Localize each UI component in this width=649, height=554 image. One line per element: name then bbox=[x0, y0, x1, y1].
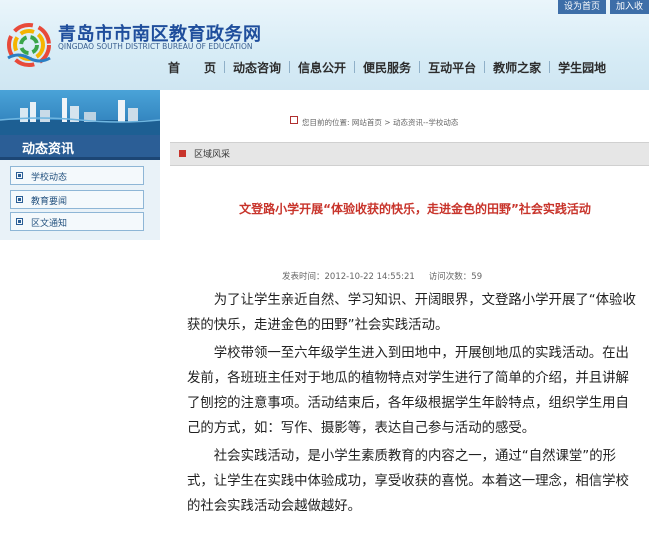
set-homepage-link[interactable]: 设为首页 bbox=[557, 0, 606, 14]
article-paragraph: 学校带领一至六年级学生进入到田地中，开展刨地瓜的实践活动。在出发前，各班班主任对… bbox=[187, 346, 629, 436]
sidebar-item-label: 区文通知 bbox=[31, 219, 68, 229]
sidebar-item-label: 教育要闻 bbox=[31, 197, 68, 207]
square-bullet-icon bbox=[16, 196, 23, 203]
top-links: 设为首页 加入收 bbox=[554, 0, 649, 14]
section-title: 区域风采 bbox=[194, 150, 231, 160]
site-header: 设为首页 加入收 青岛市市南区教育政务网 QINGDAO SOUTH DISTR… bbox=[0, 0, 649, 90]
nav-interaction[interactable]: 互动平台 bbox=[420, 59, 484, 76]
nav-teachers[interactable]: 教师之家 bbox=[485, 59, 549, 76]
location-icon bbox=[290, 116, 298, 124]
city-skyline-icon bbox=[0, 98, 160, 135]
sidebar-item-school-news[interactable]: 学校动态 bbox=[10, 166, 144, 185]
city-banner-image bbox=[0, 90, 160, 135]
sidebar-item-label: 学校动态 bbox=[31, 173, 68, 183]
section-bullet-icon bbox=[179, 150, 186, 157]
site-subtitle: QINGDAO SOUTH DISTRICT BUREAU OF EDUCATI… bbox=[58, 42, 253, 51]
add-favorite-link[interactable]: 加入收 bbox=[609, 0, 649, 14]
sidebar-header: 动态资讯 bbox=[0, 135, 160, 160]
square-bullet-icon bbox=[16, 172, 23, 179]
article-title: 文登路小学开展“体验收获的快乐，走进金色的田野”社会实践活动 bbox=[239, 202, 591, 216]
sidebar-title: 动态资讯 bbox=[22, 142, 75, 157]
publish-time: 发表时间：2012-10-22 14:55:21 bbox=[282, 272, 415, 282]
sidebar-item-education-news[interactable]: 教育要闻 bbox=[10, 190, 144, 209]
article-paragraph: 社会实践活动，是小学生素质教育的内容之一，通过“自然课堂”的形式，让学生在实践中… bbox=[187, 449, 629, 514]
article-paragraph: 为了让学生亲近自然、学习知识、开阔眼界，文登路小学开展了“体验收获的快乐，走进金… bbox=[187, 293, 636, 333]
breadcrumb: 您目前的位置: 网站首页 > 动态资讯--学校动态 bbox=[302, 118, 459, 127]
nav-services[interactable]: 便民服务 bbox=[355, 59, 419, 76]
main-nav: 首 页 动态咨询 信息公开 便民服务 互动平台 教师之家 学生园地 bbox=[160, 54, 614, 80]
article-meta: 发表时间：2012-10-22 14:55:21 访问次数：59 bbox=[282, 270, 482, 282]
nav-students[interactable]: 学生园地 bbox=[550, 59, 614, 76]
article-body: 为了让学生亲近自然、学习知识、开阔眼界，文登路小学开展了“体验收获的快乐，走进金… bbox=[187, 288, 642, 522]
sidebar-menu: 学校动态 教育要闻 区文通知 bbox=[0, 160, 160, 240]
sidebar-item-district-notices[interactable]: 区文通知 bbox=[10, 212, 144, 231]
visit-count: 访问次数：59 bbox=[428, 272, 483, 282]
nav-home[interactable]: 首 页 bbox=[160, 59, 224, 76]
nav-info[interactable]: 信息公开 bbox=[290, 59, 354, 76]
nav-news[interactable]: 动态咨询 bbox=[225, 59, 289, 76]
section-header: 区域风采 bbox=[170, 142, 649, 166]
logo-icon bbox=[7, 23, 51, 67]
square-bullet-icon bbox=[16, 218, 23, 225]
